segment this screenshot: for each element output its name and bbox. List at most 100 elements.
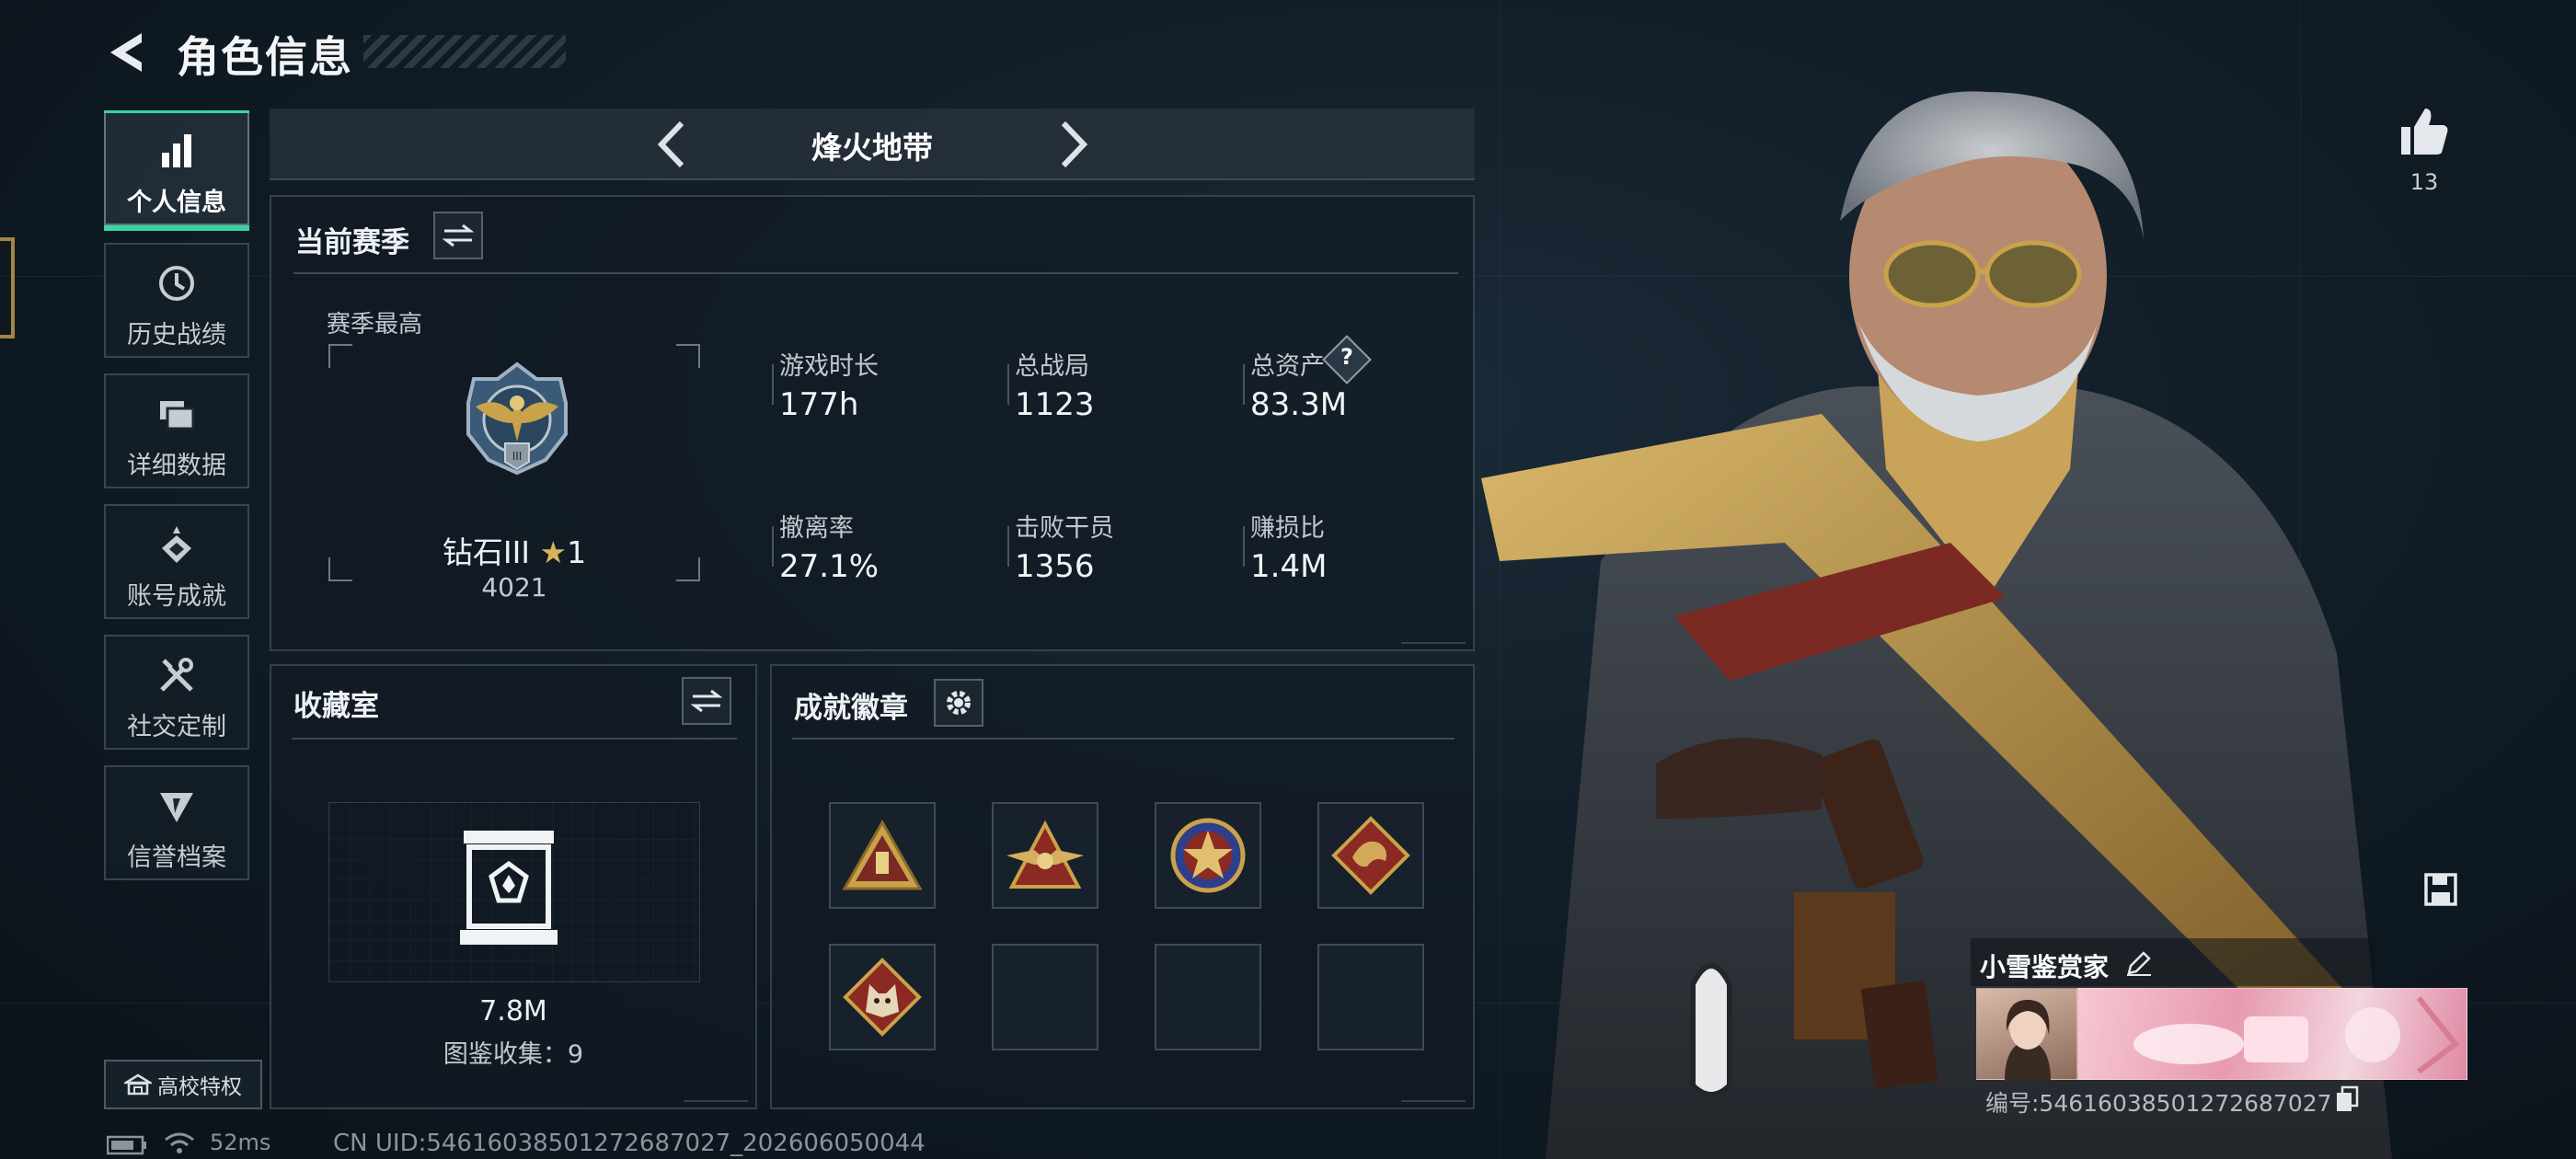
stat-divider [1007, 364, 1009, 405]
rank-frame: III 钻石III ★1 4021 [328, 344, 700, 602]
winged-badge-icon [1006, 820, 1084, 889]
name-card-banner [2077, 988, 2467, 1080]
sidebar-item-label: 信誉档案 [127, 843, 226, 872]
save-icon [2424, 873, 2457, 906]
achievement-title: 成就徽章 [794, 692, 908, 725]
card-id: 编号:5461603850127268702​7 [1985, 1090, 2332, 1117]
like-count: 13 [2409, 169, 2439, 195]
banner-decoration [2133, 996, 2460, 1074]
stat-label: 撤离率 [779, 514, 854, 543]
sidebar-item-history[interactable]: 历史战绩 [104, 243, 249, 358]
sidebar-item-label: 个人信息 [127, 189, 226, 217]
divider [792, 738, 1455, 740]
tools-icon [160, 658, 193, 692]
copy-icon[interactable] [2335, 1085, 2359, 1113]
back-arrow-icon [110, 33, 142, 72]
achievement-panel[interactable]: 成就徽章 [770, 664, 1475, 1109]
achievement-badge[interactable] [1155, 802, 1261, 909]
sidebar-item-label: 账号成就 [127, 582, 226, 611]
stat-value: 1.4M [1250, 548, 1328, 585]
school-icon [124, 1073, 152, 1096]
rank-stars: 1 [567, 534, 587, 570]
stat-value: 83.3M [1250, 386, 1348, 423]
achievement-badge[interactable] [992, 802, 1098, 909]
rank-name: 钻石III [442, 534, 531, 570]
page-title: 角色信息 [177, 32, 353, 82]
achievement-badge[interactable] [1317, 802, 1424, 909]
thumbs-up-icon[interactable] [2398, 105, 2451, 158]
rank-emblem-icon: III [466, 361, 568, 476]
stat-value: 1123 [1015, 386, 1095, 423]
stat-divider [1243, 364, 1245, 405]
season-title: 当前赛季 [295, 226, 409, 259]
wolf-badge-icon [843, 958, 922, 1037]
sidebar-item-label: 详细数据 [127, 452, 226, 480]
swap-icon [691, 689, 722, 713]
collection-title: 收藏室 [293, 690, 379, 723]
sidebar-item-detailed-data[interactable]: 详细数据 [104, 373, 249, 488]
triangle-badge-icon [842, 819, 923, 890]
stat-divider [1007, 526, 1009, 567]
season-panel: 当前赛季 赛季最高 III 钻石III ★1 4021 游戏时长 177h 总战… [270, 195, 1475, 651]
avatar[interactable] [1976, 988, 2077, 1081]
dragon-badge-icon [1331, 816, 1410, 895]
avatar-portrait [2005, 1000, 2051, 1081]
player-name: 小雪鉴赏家 [1980, 952, 2110, 982]
chevron-right-icon [1061, 120, 1088, 168]
back-button[interactable] [101, 26, 155, 79]
mode-next-button[interactable] [1045, 116, 1100, 173]
star-icon: ★ [539, 534, 568, 570]
battery-icon [107, 1135, 146, 1155]
stat-label: 游戏时长 [779, 352, 879, 381]
collection-count: 图鉴收集：9 [443, 1040, 584, 1069]
bar-chart-icon [162, 134, 191, 167]
stat-divider [772, 526, 774, 567]
save-button[interactable] [2416, 865, 2466, 914]
sidebar-item-social[interactable]: 社交定制 [104, 635, 249, 750]
panel-corner-decoration [684, 1089, 748, 1102]
stat-value: 177h [779, 386, 859, 423]
sidebar-item-label: 社交定制 [127, 713, 226, 741]
stat-divider [772, 364, 774, 405]
shield-icon [160, 793, 193, 822]
title-decoration [363, 35, 566, 68]
season-swap-button[interactable] [433, 212, 483, 259]
mode-title: 烽火地带 [811, 130, 933, 166]
cards-icon [160, 401, 195, 430]
collection-panel[interactable]: 收藏室 7.8M 图鉴收集：9 [270, 664, 757, 1109]
sidebar-item-reputation[interactable]: 信誉档案 [104, 765, 249, 880]
swap-icon [443, 224, 474, 247]
edit-icon[interactable] [2125, 949, 2153, 977]
empty-badge-slot[interactable] [1317, 944, 1424, 1050]
display-case-icon [460, 831, 558, 945]
season-best-label: 赛季最高 [327, 311, 423, 339]
help-icon: ? [1340, 344, 1353, 370]
rank-score: 4021 [481, 572, 547, 602]
divider [292, 738, 737, 740]
sidebar-item-label: 历史战绩 [127, 321, 226, 350]
achievement-settings-button[interactable] [934, 679, 983, 727]
campus-privilege-label: 高校特权 [157, 1075, 242, 1099]
empty-badge-slot[interactable] [992, 944, 1098, 1050]
uid-text: CN UID:546160385012726870​27_20260605004… [333, 1130, 926, 1157]
empty-badge-slot[interactable] [1155, 944, 1261, 1050]
wifi-icon [165, 1132, 194, 1153]
stat-value: 27.1% [779, 548, 880, 585]
stat-divider [1243, 526, 1245, 567]
achievement-icon [162, 526, 191, 563]
clock-icon [159, 266, 194, 301]
sidebar-item-achievements[interactable]: 账号成就 [104, 504, 249, 619]
edge-tab [0, 237, 15, 339]
campus-privilege-button[interactable]: 高校特权 [104, 1060, 262, 1109]
collection-display [328, 802, 700, 982]
stat-value: 1356 [1015, 548, 1095, 585]
sidebar-item-personal-info[interactable]: 个人信息 [104, 110, 249, 231]
achievement-badge[interactable] [829, 802, 936, 909]
stat-label: 总战局 [1015, 352, 1089, 381]
achievement-badge[interactable] [829, 944, 936, 1050]
svg-text:III: III [512, 450, 523, 463]
mode-selector: 烽火地带 [270, 109, 1475, 180]
stat-label: 总资产 [1250, 352, 1325, 381]
collection-swap-button[interactable] [682, 677, 731, 725]
stat-label: 赚损比 [1250, 514, 1325, 543]
